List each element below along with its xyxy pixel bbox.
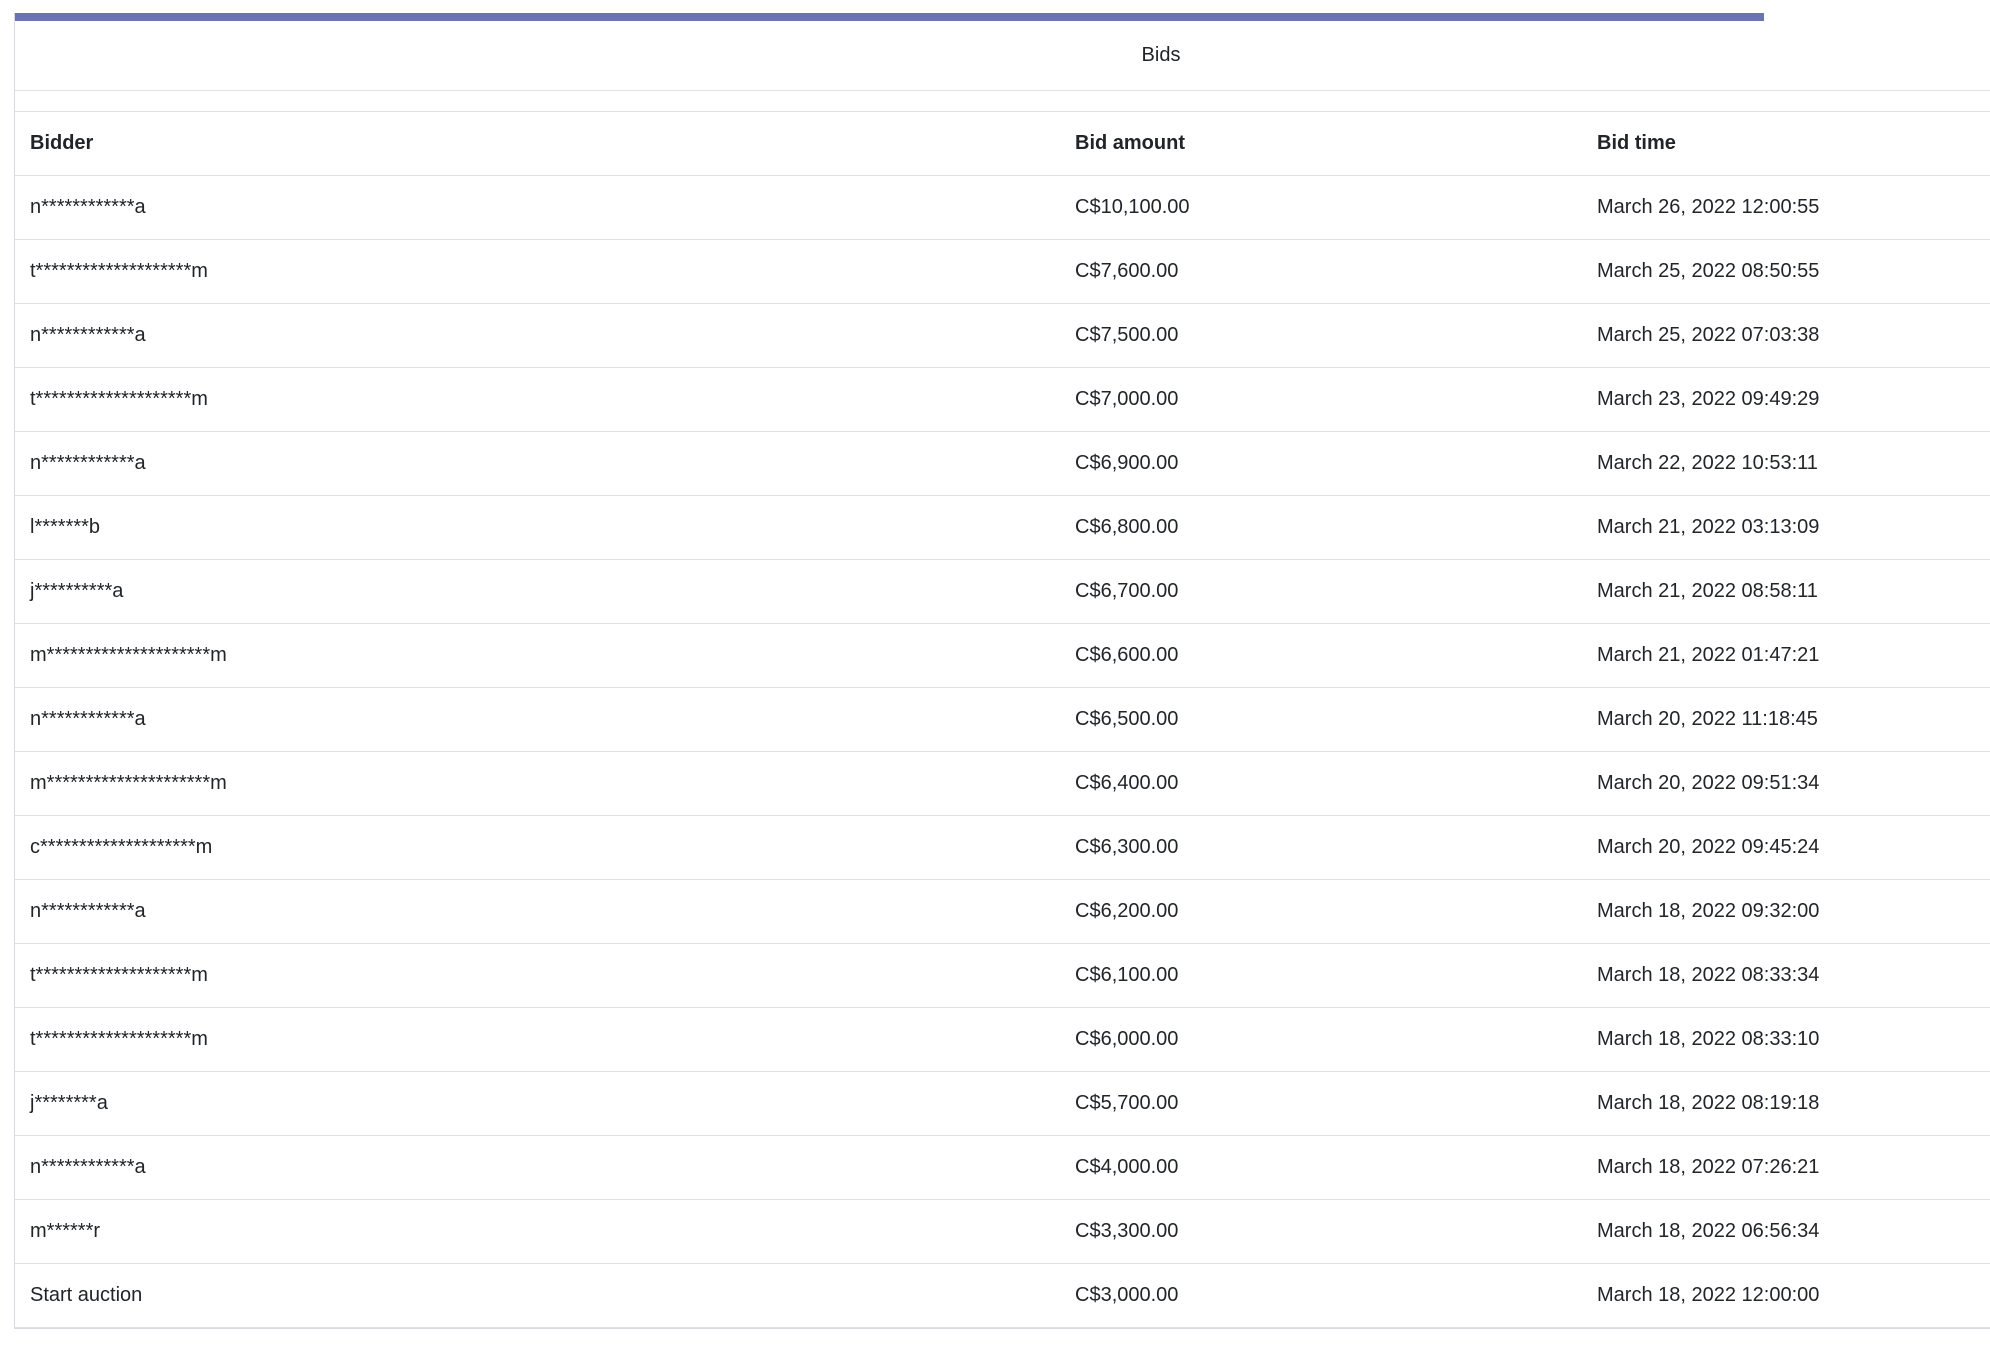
bid-amount-cell: C$7,500.00 xyxy=(1059,303,1581,367)
bid-amount-cell: C$6,500.00 xyxy=(1059,687,1581,751)
bid-time-cell: March 22, 2022 10:53:11 xyxy=(1581,431,1990,495)
bidder-cell: n************a xyxy=(15,175,1059,239)
bid-row: n************a C$4,000.00 March 18, 2022… xyxy=(15,1135,1990,1199)
bid-time-cell: March 25, 2022 07:03:38 xyxy=(1581,303,1990,367)
bid-row: c********************m C$6,300.00 March … xyxy=(15,815,1990,879)
bid-amount-cell: C$3,000.00 xyxy=(1059,1263,1581,1327)
column-header-bid-amount: Bid amount xyxy=(1059,111,1581,175)
bid-amount-cell: C$6,400.00 xyxy=(1059,751,1581,815)
table-title-row: Bids xyxy=(15,21,1990,90)
bid-row: m******r C$3,300.00 March 18, 2022 06:56… xyxy=(15,1199,1990,1263)
bidder-cell: m******r xyxy=(15,1199,1059,1263)
bidder-cell: c********************m xyxy=(15,815,1059,879)
bid-row: n************a C$10,100.00 March 26, 202… xyxy=(15,175,1990,239)
bid-time-cell: March 18, 2022 09:32:00 xyxy=(1581,879,1990,943)
bid-amount-cell: C$6,100.00 xyxy=(1059,943,1581,1007)
bid-amount-cell: C$4,000.00 xyxy=(1059,1135,1581,1199)
spacer-cell xyxy=(15,90,1990,111)
bidder-cell: n************a xyxy=(15,687,1059,751)
bid-amount-cell: C$3,300.00 xyxy=(1059,1199,1581,1263)
bidder-cell: t********************m xyxy=(15,1007,1059,1071)
bid-amount-cell: C$6,300.00 xyxy=(1059,815,1581,879)
bid-row: n************a C$6,900.00 March 22, 2022… xyxy=(15,431,1990,495)
bid-time-cell: March 18, 2022 06:56:34 xyxy=(1581,1199,1990,1263)
bidder-cell: n************a xyxy=(15,303,1059,367)
bid-row: n************a C$6,200.00 March 18, 2022… xyxy=(15,879,1990,943)
bid-time-cell: March 18, 2022 08:19:18 xyxy=(1581,1071,1990,1135)
bids-table: Bids Bidder Bid amount Bid time n*******… xyxy=(15,21,1990,1328)
column-header-bidder: Bidder xyxy=(15,111,1059,175)
bidder-cell: m*********************m xyxy=(15,623,1059,687)
bidder-cell: j**********a xyxy=(15,559,1059,623)
bid-row: m*********************m C$6,600.00 March… xyxy=(15,623,1990,687)
bid-time-cell: March 20, 2022 09:45:24 xyxy=(1581,815,1990,879)
bid-row: j********a C$5,700.00 March 18, 2022 08:… xyxy=(15,1071,1990,1135)
bid-row: l*******b C$6,800.00 March 21, 2022 03:1… xyxy=(15,495,1990,559)
bid-row: Start auction C$3,000.00 March 18, 2022 … xyxy=(15,1263,1990,1327)
bidder-cell: t********************m xyxy=(15,943,1059,1007)
bid-amount-cell: C$10,100.00 xyxy=(1059,175,1581,239)
bidder-cell: n************a xyxy=(15,1135,1059,1199)
bidder-cell: t********************m xyxy=(15,239,1059,303)
table-title: Bids xyxy=(15,21,1990,90)
bid-time-cell: March 20, 2022 11:18:45 xyxy=(1581,687,1990,751)
bid-amount-cell: C$6,000.00 xyxy=(1059,1007,1581,1071)
bids-table-body: n************a C$10,100.00 March 26, 202… xyxy=(15,175,1990,1327)
bidder-cell: n************a xyxy=(15,431,1059,495)
spacer-row xyxy=(15,90,1990,111)
bid-time-cell: March 21, 2022 01:47:21 xyxy=(1581,623,1990,687)
bid-time-cell: March 20, 2022 09:51:34 xyxy=(1581,751,1990,815)
bid-row: t********************m C$6,000.00 March … xyxy=(15,1007,1990,1071)
bid-amount-cell: C$6,600.00 xyxy=(1059,623,1581,687)
bid-amount-cell: C$6,700.00 xyxy=(1059,559,1581,623)
table-header-row: Bidder Bid amount Bid time xyxy=(15,111,1990,175)
bid-time-cell: March 18, 2022 08:33:10 xyxy=(1581,1007,1990,1071)
bid-row: t********************m C$7,600.00 March … xyxy=(15,239,1990,303)
bid-row: j**********a C$6,700.00 March 21, 2022 0… xyxy=(15,559,1990,623)
card-accent-bar xyxy=(15,13,1764,21)
bid-row: n************a C$6,500.00 March 20, 2022… xyxy=(15,687,1990,751)
bid-time-cell: March 18, 2022 08:33:34 xyxy=(1581,943,1990,1007)
bidder-cell: l*******b xyxy=(15,495,1059,559)
bid-time-cell: March 21, 2022 08:58:11 xyxy=(1581,559,1990,623)
bidder-cell: Start auction xyxy=(15,1263,1059,1327)
bids-card: Bids Bidder Bid amount Bid time n*******… xyxy=(14,13,1990,1329)
bid-row: n************a C$7,500.00 March 25, 2022… xyxy=(15,303,1990,367)
bid-amount-cell: C$6,200.00 xyxy=(1059,879,1581,943)
bidder-cell: t********************m xyxy=(15,367,1059,431)
bidder-cell: n************a xyxy=(15,879,1059,943)
column-header-bid-time: Bid time xyxy=(1581,111,1990,175)
bid-amount-cell: C$7,000.00 xyxy=(1059,367,1581,431)
bidder-cell: m*********************m xyxy=(15,751,1059,815)
bid-amount-cell: C$6,900.00 xyxy=(1059,431,1581,495)
bid-row: t********************m C$6,100.00 March … xyxy=(15,943,1990,1007)
bidder-cell: j********a xyxy=(15,1071,1059,1135)
bid-row: m*********************m C$6,400.00 March… xyxy=(15,751,1990,815)
bid-time-cell: March 18, 2022 07:26:21 xyxy=(1581,1135,1990,1199)
bid-row: t********************m C$7,000.00 March … xyxy=(15,367,1990,431)
bid-time-cell: March 21, 2022 03:13:09 xyxy=(1581,495,1990,559)
bid-time-cell: March 25, 2022 08:50:55 xyxy=(1581,239,1990,303)
bid-time-cell: March 23, 2022 09:49:29 xyxy=(1581,367,1990,431)
bid-amount-cell: C$7,600.00 xyxy=(1059,239,1581,303)
bid-amount-cell: C$6,800.00 xyxy=(1059,495,1581,559)
bid-amount-cell: C$5,700.00 xyxy=(1059,1071,1581,1135)
bid-time-cell: March 18, 2022 12:00:00 xyxy=(1581,1263,1990,1327)
bid-time-cell: March 26, 2022 12:00:55 xyxy=(1581,175,1990,239)
